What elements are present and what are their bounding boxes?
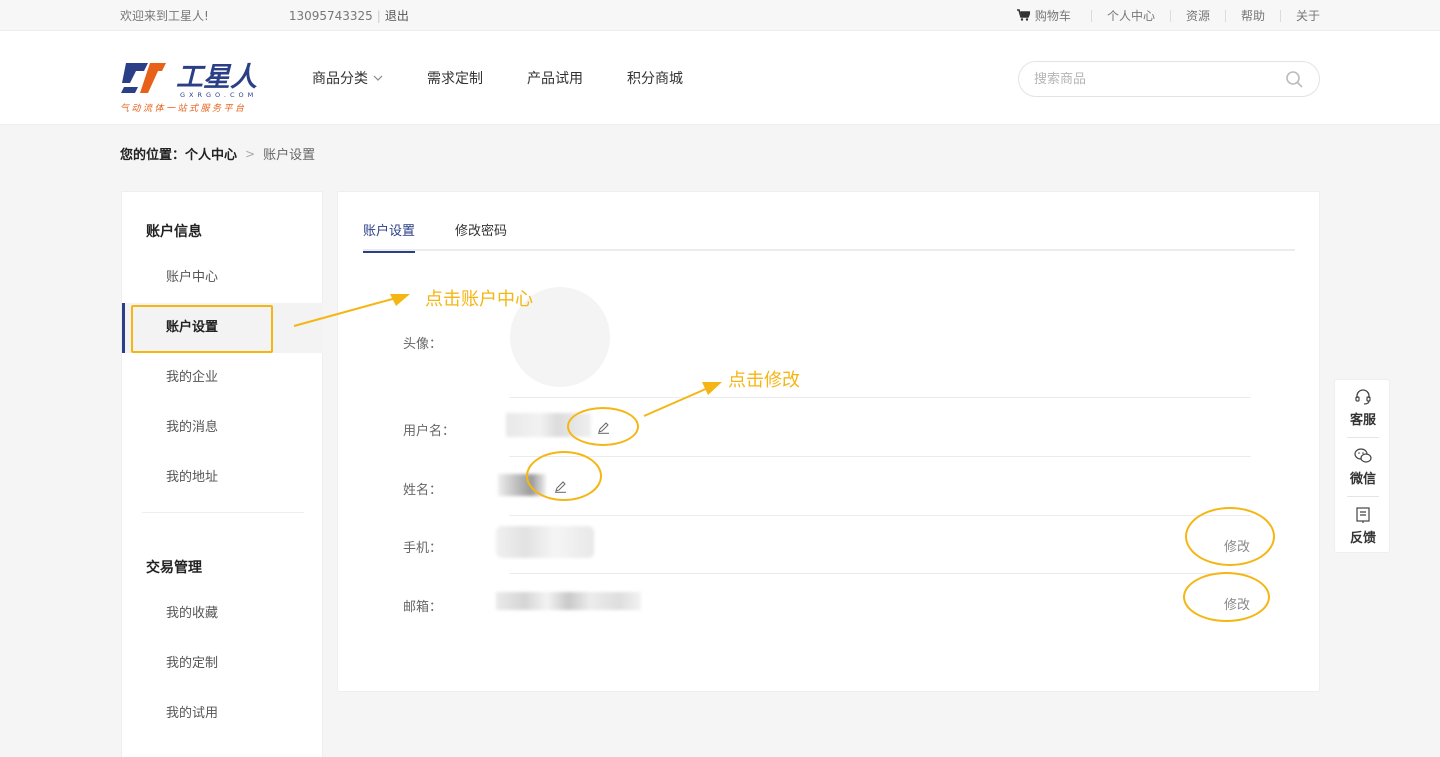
sidebar-item-my-custom[interactable]: 我的定制 — [122, 639, 323, 689]
breadcrumb-parent[interactable]: 个人中心 — [185, 144, 237, 163]
search-input[interactable] — [1034, 62, 1274, 96]
feedback-icon — [1356, 507, 1370, 523]
username-label: 用户名： — [403, 424, 456, 439]
highlight-ellipse-modify-email — [1183, 572, 1270, 622]
float-divider — [1347, 496, 1379, 497]
highlight-ellipse-username-edit — [567, 407, 639, 446]
tabs: 账户设置 修改密码 — [363, 220, 1295, 253]
feedback-button[interactable]: 反馈 — [1335, 498, 1391, 556]
chevron-down-icon — [373, 75, 383, 81]
tab-account-settings[interactable]: 账户设置 — [363, 220, 416, 253]
sidebar-group-account: 账户信息 — [146, 224, 202, 240]
account-settings-panel: 账户设置 修改密码 头像： 用户名： 姓名： 手机： 修改 邮箱： 修改 — [337, 191, 1320, 692]
phone-value-blurred — [496, 526, 594, 558]
welcome-text: 欢迎来到工星人! — [120, 9, 209, 23]
highlight-ellipse-name-edit — [526, 451, 602, 501]
header: 工星人 GXRGO.COM 气动流体一站式服务平台 商品分类 需求定制 产品试用… — [0, 31, 1440, 125]
main-nav: 商品分类 需求定制 产品试用 积分商城 — [312, 31, 727, 125]
search-box — [1018, 61, 1320, 97]
resources-link[interactable]: 资源 — [1169, 9, 1225, 22]
highlight-box-account-settings — [131, 305, 273, 353]
row-divider — [509, 573, 1251, 574]
floating-toolbar: 客服 微信 反馈 — [1334, 379, 1390, 553]
sidebar-item-my-address[interactable]: 我的地址 — [122, 453, 323, 503]
search-icon[interactable] — [1286, 71, 1303, 88]
annotation-click-account-center: 点击账户中心 — [425, 289, 533, 310]
sidebar-item-my-trial[interactable]: 我的试用 — [122, 689, 323, 739]
chevron-right-icon: > — [245, 146, 256, 161]
sidebar-group-trade: 交易管理 — [146, 560, 202, 576]
float-divider — [1347, 437, 1379, 438]
nav-item-categories[interactable]: 商品分类 — [312, 68, 383, 88]
feedback-label: 反馈 — [1349, 531, 1376, 546]
breadcrumb-prefix: 您的位置： — [120, 148, 186, 163]
cart-label: 购物车 — [1034, 9, 1071, 23]
about-link[interactable]: 关于 — [1279, 9, 1320, 22]
wechat-button[interactable]: 微信 — [1335, 439, 1391, 497]
top-bar-left: 欢迎来到工星人! 13095743325 | 退出 — [120, 0, 409, 31]
svg-text:气动流体一站式服务平台: 气动流体一站式服务平台 — [120, 103, 247, 113]
nav-label: 商品分类 — [312, 71, 368, 87]
sidebar-item-my-company[interactable]: 我的企业 — [122, 353, 323, 403]
sidebar-item-my-messages[interactable]: 我的消息 — [122, 403, 323, 453]
headset-icon — [1355, 389, 1371, 405]
row-divider — [509, 397, 1251, 398]
name-label: 姓名： — [403, 483, 443, 498]
email-label: 邮箱： — [403, 600, 443, 615]
user-phone: 13095743325 — [288, 8, 373, 23]
logo-mark: 工星人 GXRGO.COM 气动流体一站式服务平台 — [120, 62, 257, 114]
tab-change-password[interactable]: 修改密码 — [455, 220, 507, 251]
avatar-label: 头像： — [403, 337, 443, 352]
sidebar-item-account-center[interactable]: 账户中心 — [122, 253, 323, 303]
sidebar-divider — [142, 512, 304, 513]
svg-text:GXRGO.COM: GXRGO.COM — [180, 91, 257, 99]
row-divider — [509, 456, 1251, 457]
cart-link[interactable]: 购物车 — [1002, 9, 1091, 22]
logout-link[interactable]: 退出 — [385, 7, 409, 24]
wechat-label: 微信 — [1349, 472, 1376, 487]
sidebar-item-favorites[interactable]: 我的收藏 — [122, 589, 323, 639]
service-label: 客服 — [1349, 413, 1376, 428]
cart-icon — [1016, 9, 1030, 21]
nav-item-custom[interactable]: 需求定制 — [427, 68, 483, 88]
top-bar: 欢迎来到工星人! 13095743325 | 退出 购物车 个人中心 资源 帮助… — [0, 0, 1440, 31]
nav-item-points-mall[interactable]: 积分商城 — [627, 68, 683, 88]
sidebar: 账户信息 账户中心 账户设置 我的企业 我的消息 我的地址 交易管理 我的收藏 … — [121, 191, 323, 757]
breadcrumb-current: 账户设置 — [263, 148, 316, 163]
annotation-click-modify: 点击修改 — [728, 370, 800, 391]
email-value-blurred — [496, 592, 641, 610]
svg-text:工星人: 工星人 — [176, 62, 257, 93]
site-logo[interactable]: 工星人 GXRGO.COM 气动流体一站式服务平台 — [120, 57, 270, 114]
top-bar-right: 购物车 个人中心 资源 帮助 关于 — [1002, 0, 1320, 31]
phone-label: 手机： — [403, 541, 443, 556]
breadcrumb: 您的位置： 个人中心 > 账户设置 — [120, 144, 316, 164]
row-divider — [509, 515, 1251, 516]
wechat-icon — [1354, 448, 1372, 463]
separator: | — [376, 8, 381, 23]
highlight-ellipse-modify-phone — [1185, 507, 1275, 566]
user-center-link[interactable]: 个人中心 — [1090, 9, 1170, 22]
customer-service-button[interactable]: 客服 — [1335, 380, 1391, 438]
help-link[interactable]: 帮助 — [1224, 9, 1280, 22]
nav-item-trial[interactable]: 产品试用 — [527, 68, 583, 88]
